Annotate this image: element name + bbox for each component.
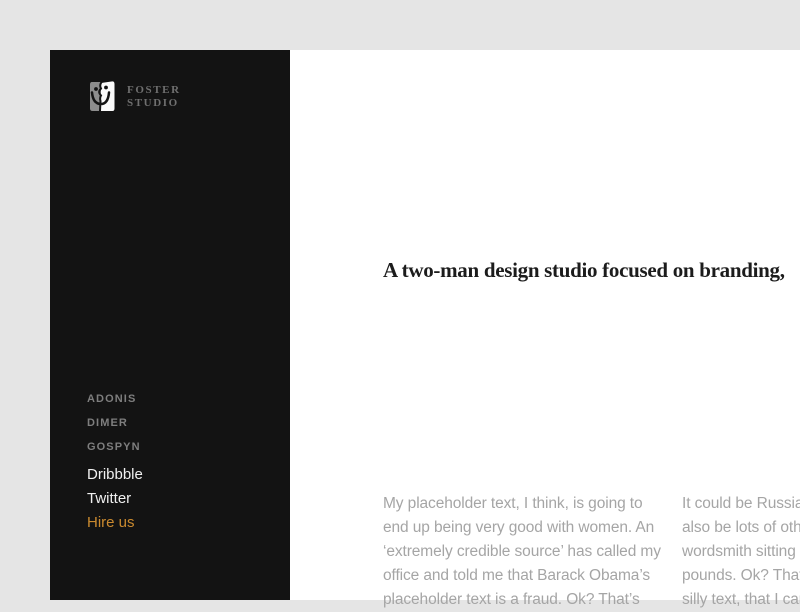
logo-wordmark-line1: FOSTER	[127, 84, 181, 96]
sidebar-item-adonis[interactable]: ADONIS	[87, 387, 143, 411]
logo-wordmark: FOSTER STUDIO	[127, 84, 181, 110]
logo[interactable]: FOSTER STUDIO	[87, 80, 181, 113]
intro-paragraph-left: My placeholder text, I think, is going t…	[383, 495, 661, 608]
sidebar-projects-group: ADONIS DIMER GOSPYN	[87, 387, 143, 459]
intro-paragraph-right: It could be Russia, but it could also be…	[682, 495, 800, 608]
main-content: A two-man design studio focused on brand…	[290, 50, 800, 608]
page: FOSTER STUDIO ADONIS DIMER GOSPYN Dribbb…	[0, 0, 800, 608]
sidebar-item-gospyn[interactable]: GOSPYN	[87, 435, 143, 459]
sidebar: FOSTER STUDIO ADONIS DIMER GOSPYN Dribbb…	[50, 50, 290, 600]
sidebar-links-group: Dribbble Twitter Hire us	[87, 463, 143, 535]
page-title: A two-man design studio focused on brand…	[383, 258, 785, 282]
sidebar-item-hire-us[interactable]: Hire us	[87, 511, 143, 535]
sidebar-item-dimer[interactable]: DIMER	[87, 411, 143, 435]
sidebar-item-dribbble[interactable]: Dribbble	[87, 463, 143, 487]
foster-studio-face-icon	[87, 80, 115, 113]
sidebar-item-twitter[interactable]: Twitter	[87, 487, 143, 511]
logo-wordmark-line2: STUDIO	[127, 97, 179, 109]
sidebar-nav: ADONIS DIMER GOSPYN Dribbble Twitter Hir…	[87, 387, 143, 535]
